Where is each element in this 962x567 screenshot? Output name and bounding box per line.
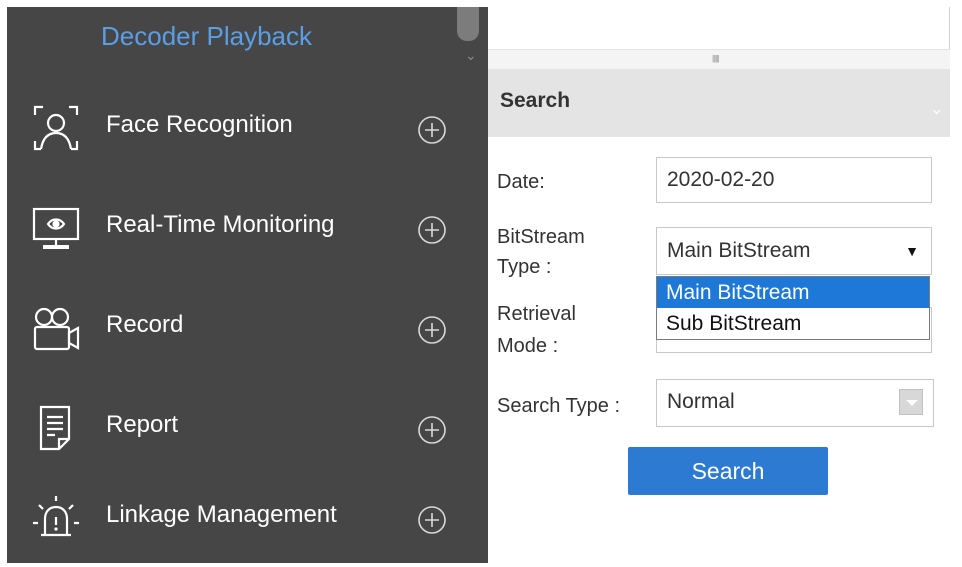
- search-type-label: Search Type :: [497, 395, 621, 417]
- search-section-header[interactable]: Search ⌄: [488, 69, 950, 137]
- plus-circle-icon[interactable]: [417, 215, 447, 245]
- date-field[interactable]: 2020-02-20: [656, 157, 932, 203]
- report-icon: [39, 405, 71, 451]
- scroll-down-icon[interactable]: ⌄: [465, 47, 477, 64]
- alarm-icon: [33, 496, 79, 537]
- sidebar-item-label: Face Recognition: [106, 111, 293, 138]
- dropdown-arrow-icon: ▼: [905, 243, 919, 259]
- bitstream-type-label-line2: Type :: [497, 256, 552, 278]
- sidebar-item-real-time-monitoring[interactable]: Real-Time Monitoring: [7, 177, 488, 277]
- search-section-title: Search: [500, 89, 571, 112]
- sidebar-scrollbar-thumb[interactable]: [457, 7, 479, 41]
- sidebar-item-label: Real-Time Monitoring: [106, 211, 335, 238]
- bitstream-type-label-line1: BitStream: [497, 226, 585, 248]
- search-panel: |||||| Search ⌄ Date: 2020-02-20 BitStre…: [488, 7, 962, 563]
- plus-circle-icon[interactable]: [417, 115, 447, 145]
- retrieval-mode-label-line2: Mode :: [497, 335, 559, 357]
- sidebar-item-record[interactable]: Record: [7, 277, 488, 377]
- sidebar-item-linkage-management[interactable]: Linkage Management: [7, 467, 488, 567]
- sidebar-item-label: Report: [106, 411, 179, 438]
- sidebar: Decoder Playback ⌄ Face Recognition Real…: [7, 7, 488, 563]
- sidebar-item-face-recognition[interactable]: Face Recognition: [7, 77, 488, 177]
- sidebar-item-report[interactable]: Report: [7, 377, 488, 477]
- bitstream-type-value: Main BitStream: [667, 239, 811, 262]
- plus-circle-icon[interactable]: [417, 315, 447, 345]
- retrieval-mode-label-line1: Retrieval: [497, 303, 576, 325]
- dropdown-option-sub-bitstream[interactable]: Sub BitStream: [657, 308, 929, 339]
- resize-grip-icon[interactable]: ||||||: [712, 54, 720, 63]
- date-label: Date:: [497, 171, 545, 193]
- monitor-icon: [32, 207, 80, 249]
- search-button[interactable]: Search: [628, 447, 828, 495]
- collapse-chevron-icon[interactable]: ⌄: [930, 99, 943, 119]
- bitstream-type-select[interactable]: Main BitStream ▼: [656, 227, 932, 275]
- search-type-combo[interactable]: Normal: [656, 379, 934, 427]
- sidebar-item-label: Linkage Management: [106, 501, 337, 528]
- camera-icon: [33, 307, 80, 351]
- combo-dropdown-button[interactable]: [899, 389, 923, 415]
- bitstream-type-dropdown[interactable]: Main BitStream Sub BitStream: [656, 276, 930, 340]
- dropdown-option-main-bitstream[interactable]: Main BitStream: [657, 277, 929, 308]
- plus-circle-icon[interactable]: [417, 505, 447, 535]
- panel-resize-bar[interactable]: [488, 49, 950, 70]
- face-recognition-icon: [33, 105, 79, 151]
- search-type-value: Normal: [667, 390, 735, 413]
- plus-circle-icon[interactable]: [417, 415, 447, 445]
- sidebar-item-decoder-playback[interactable]: Decoder Playback: [101, 21, 312, 52]
- sidebar-item-label: Record: [106, 311, 184, 338]
